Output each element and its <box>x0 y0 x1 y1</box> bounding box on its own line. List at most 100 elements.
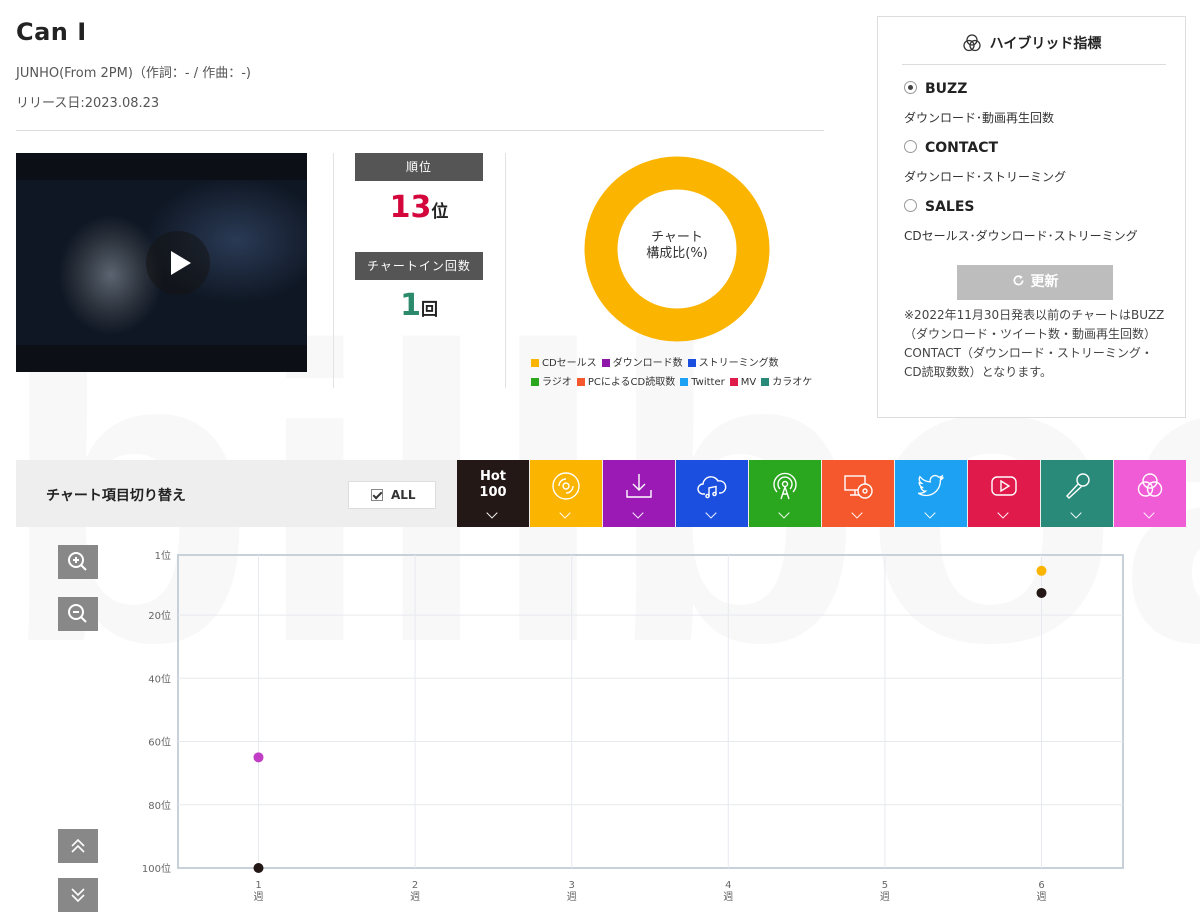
chevron-down-icon <box>559 507 571 519</box>
radio-label-contact: CONTACT <box>925 140 999 156</box>
tab-mv[interactable] <box>968 460 1040 527</box>
x-tick-unit: 週 <box>880 891 890 903</box>
composition-legend: CDセールス ダウンロード数 ストリーミング数ラジオ PCによるCD読取数 Twitte… <box>531 354 871 392</box>
legend-item: カラオケ <box>761 373 812 392</box>
legend-item: ストリーミング数 <box>687 354 779 373</box>
chartin-unit: 回 <box>420 300 438 320</box>
hybrid-note: ※2022年11月30日発表以前のチャートはBUZZ（ダウンロード・ツイート数・… <box>904 308 1165 379</box>
tab-hybrid[interactable] <box>1114 460 1186 527</box>
chevron-down-icon <box>632 507 644 519</box>
x-tick-label: 4 <box>725 880 731 891</box>
legend-item: MV <box>729 373 756 392</box>
radio-desc-buzz: ダウンロード･動画再生回数 <box>904 111 1055 125</box>
radio-label-sales: SALES <box>925 199 975 215</box>
youtube-icon <box>991 476 1017 496</box>
tab-radio[interactable] <box>749 460 821 527</box>
video-thumbnail[interactable] <box>16 153 307 372</box>
refresh-icon <box>1013 275 1024 286</box>
legend-item: CDセールス <box>531 354 597 373</box>
legend-label: Twitter <box>691 377 725 388</box>
radio-contact[interactable]: CONTACT <box>904 140 998 156</box>
chevron-down-icon <box>486 507 498 519</box>
radio-indicator-contact[interactable] <box>904 140 917 153</box>
legend-swatch <box>576 378 585 386</box>
legend-label: カラオケ <box>772 377 813 388</box>
cd-icon <box>552 472 580 500</box>
x-tick-unit: 週 <box>723 891 733 903</box>
zoom-out-button[interactable] <box>58 597 98 631</box>
tab-hot100[interactable]: Hot 100 <box>457 460 529 527</box>
legend-label: ラジオ <box>542 377 572 388</box>
download-icon <box>626 474 652 498</box>
donut-label-line2: 構成比(%) <box>646 246 708 261</box>
tab-cd-sales[interactable] <box>530 460 602 527</box>
legend-label: ダウンロード数 <box>612 358 683 369</box>
play-button[interactable] <box>146 231 210 295</box>
donut-label-line1: チャート <box>651 230 703 245</box>
x-tick-label: 3 <box>569 880 575 891</box>
y-tick-label: 100位 <box>142 862 171 875</box>
tab-karaoke[interactable] <box>1041 460 1113 527</box>
artist-credit: JUNHO(From 2PM)（作詞：- / 作曲：-) <box>16 66 251 81</box>
scroll-up-button[interactable] <box>58 829 98 863</box>
hybrid-divider <box>902 64 1166 65</box>
x-tick-unit: 週 <box>567 891 577 903</box>
legend-swatch <box>531 359 539 367</box>
hybrid-index-panel: ハイブリッド指標 BUZZ ダウンロード･動画再生回数 CONTACT ダウンロ… <box>877 16 1186 418</box>
legend-item: ラジオ <box>531 373 572 392</box>
scroll-down-button[interactable] <box>58 878 98 912</box>
legend-swatch <box>687 359 696 367</box>
radio-icon <box>773 472 797 500</box>
tab-pc-cd[interactable] <box>822 460 894 527</box>
donut-center-label: チャート 構成比(%) <box>584 230 770 262</box>
all-checkbox[interactable]: ALL <box>348 481 436 509</box>
chartin-number: 1 <box>400 288 421 323</box>
refresh-button[interactable]: 更新 <box>957 265 1113 300</box>
x-tick-label: 5 <box>882 880 888 891</box>
radio-sales[interactable]: SALES <box>904 199 975 215</box>
legend-item: Twitter <box>680 373 725 392</box>
tab-twitter[interactable] <box>895 460 967 527</box>
check-icon <box>371 489 383 501</box>
x-tick-unit: 週 <box>254 891 264 903</box>
radio-buzz[interactable]: BUZZ <box>904 81 967 97</box>
zoom-in-button[interactable] <box>58 545 98 579</box>
data-point[interactable] <box>253 752 264 763</box>
radio-label-buzz: BUZZ <box>925 81 968 97</box>
y-tick-label: 20位 <box>148 609 171 622</box>
legend-swatch <box>729 378 738 386</box>
chevron-down-icon <box>1143 507 1155 519</box>
chevron-down-icon <box>997 507 1009 519</box>
cloud-music-icon <box>697 476 727 499</box>
plot-frame <box>177 554 1124 869</box>
x-tick-label: 6 <box>1038 880 1044 891</box>
chevron-down-icon <box>924 507 936 519</box>
legend-label: PCによるCD読取数 <box>587 377 676 388</box>
all-label: ALL <box>391 488 416 502</box>
data-point[interactable] <box>1036 565 1047 576</box>
tab-hot100-line2: 100 <box>479 485 507 500</box>
y-tick-label: 60位 <box>148 736 171 749</box>
hybrid-title-text: ハイブリッド指標 <box>989 36 1102 52</box>
y-tick-label: 40位 <box>148 672 171 685</box>
x-tick-unit: 週 <box>410 891 420 903</box>
radio-indicator-buzz[interactable] <box>904 81 917 94</box>
radio-indicator-sales[interactable] <box>904 199 917 212</box>
hybrid-title: ハイブリッド指標 <box>878 33 1185 53</box>
zoom-in-icon <box>68 552 87 571</box>
rank-value: 13位 <box>355 190 483 225</box>
x-tick-label: 1 <box>255 880 261 891</box>
x-tick-unit: 週 <box>1037 891 1047 903</box>
data-point[interactable] <box>1036 587 1047 598</box>
tab-download[interactable] <box>603 460 675 527</box>
toolbar-title: チャート項目切り替え <box>46 488 186 504</box>
legend-swatch <box>531 378 539 386</box>
rank-label: 順位 <box>355 153 483 181</box>
legend-swatch <box>680 378 689 386</box>
header-divider <box>16 130 824 131</box>
tab-streaming[interactable] <box>676 460 748 527</box>
chevron-down-icon <box>1070 507 1082 519</box>
chartin-value: 1回 <box>355 288 483 323</box>
data-point[interactable] <box>253 863 264 873</box>
twitter-icon <box>917 474 944 497</box>
